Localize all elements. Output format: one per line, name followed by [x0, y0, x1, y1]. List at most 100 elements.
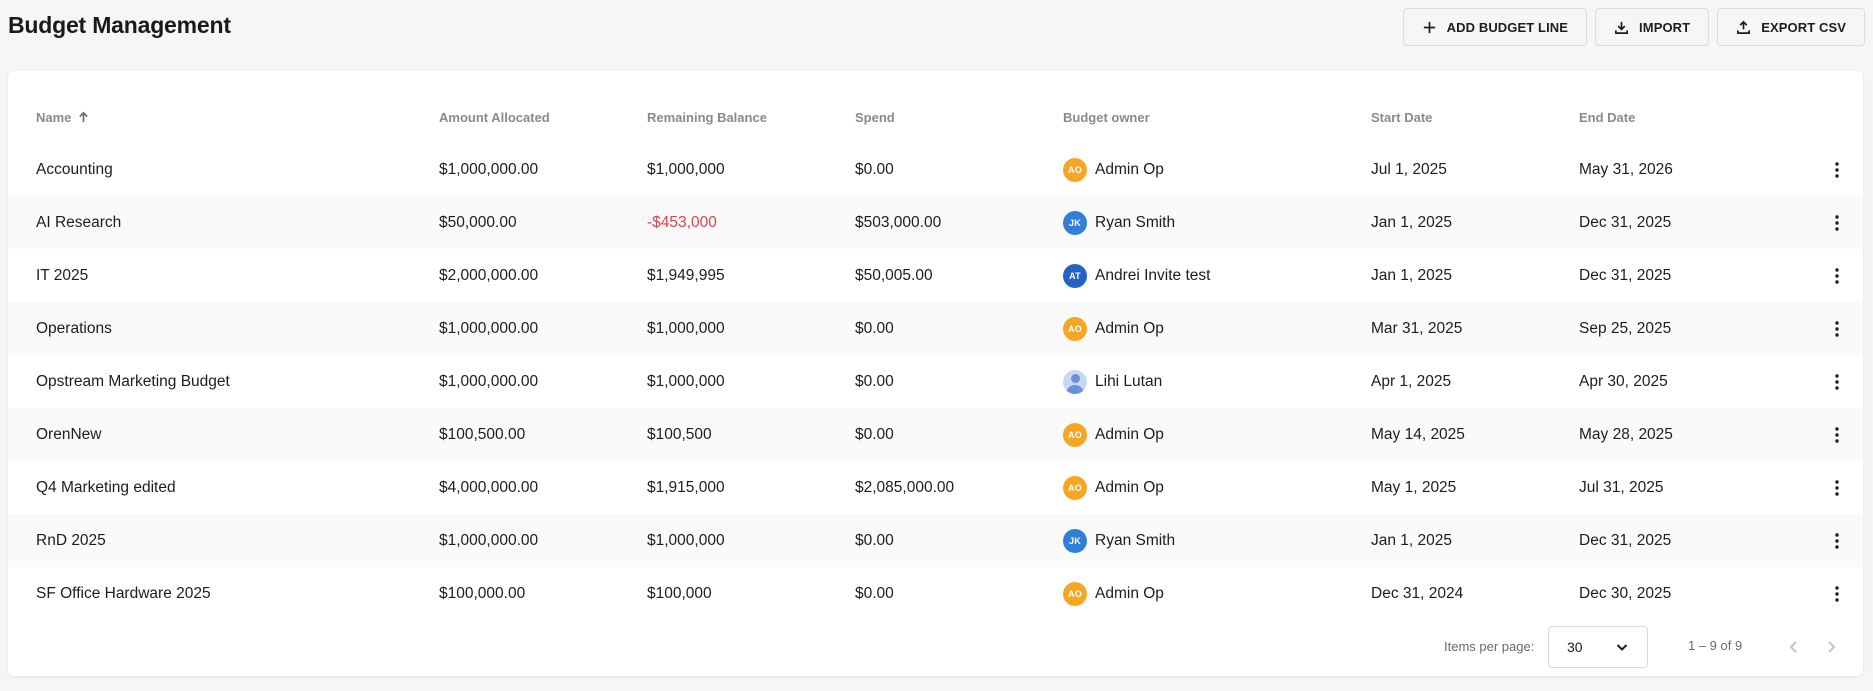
cell-amount-allocated: $4,000,000.00	[439, 478, 539, 496]
table-row[interactable]: Accounting $1,000,000.00 $1,000,000 $0.00 AO…	[8, 143, 1863, 196]
cell-start-date: Dec 31, 2024	[1371, 584, 1464, 602]
pagination: Items per page: 30 1 – 9 of 9	[8, 624, 1863, 668]
row-menu-button[interactable]	[1825, 355, 1849, 408]
cell-spend: $0.00	[855, 531, 894, 549]
owner-name: Ryan Smith	[1095, 213, 1176, 231]
download-icon	[1615, 21, 1629, 34]
cell-remaining-balance: -$453,000	[647, 213, 717, 231]
avatar: AT	[1063, 263, 1087, 288]
cell-name: AI Research	[36, 213, 122, 231]
cell-amount-allocated: $1,000,000.00	[439, 319, 539, 337]
column-header-spend[interactable]: Spend	[855, 91, 895, 143]
cell-end-date: May 31, 2026	[1579, 160, 1673, 178]
cell-budget-owner: AO Admin Op	[1063, 143, 1164, 196]
avatar	[1063, 369, 1087, 394]
owner-name: Ryan Smith	[1095, 531, 1176, 549]
table-row[interactable]: SF Office Hardware 2025 $100,000.00 $100,0…	[8, 567, 1863, 620]
more-vertical-icon	[1835, 585, 1839, 602]
cell-start-date: Jul 1, 2025	[1371, 160, 1447, 178]
cell-name: IT 2025	[36, 266, 89, 284]
cell-budget-owner: Lihi Lutan	[1063, 355, 1162, 408]
cell-spend: $0.00	[855, 372, 894, 390]
cell-budget-owner: AO Admin Op	[1063, 567, 1164, 620]
next-page-button[interactable]	[1814, 630, 1848, 664]
table-row[interactable]: Q4 Marketing edited $4,000,000.00 $1,915,0…	[8, 461, 1863, 514]
more-vertical-icon	[1835, 479, 1839, 496]
cell-amount-allocated: $1,000,000.00	[439, 160, 539, 178]
more-vertical-icon	[1835, 320, 1839, 337]
cell-remaining-balance: $1,949,995	[647, 266, 725, 284]
row-menu-button[interactable]	[1825, 196, 1849, 249]
cell-budget-owner: AT Andrei Invite test	[1063, 249, 1210, 302]
cell-end-date: Dec 31, 2025	[1579, 531, 1672, 549]
cell-amount-allocated: $1,000,000.00	[439, 372, 539, 390]
cell-start-date: May 14, 2025	[1371, 425, 1465, 443]
table-row[interactable]: OrenNew $100,500.00 $100,500 $0.00 AO Admin O…	[8, 408, 1863, 461]
row-menu-button[interactable]	[1825, 461, 1849, 514]
table-row[interactable]: RnD 2025 $1,000,000.00 $1,000,000 $0.00 JK Ry…	[8, 514, 1863, 567]
more-vertical-icon	[1835, 161, 1839, 178]
owner-name: Admin Op	[1095, 319, 1164, 337]
cell-end-date: Dec 30, 2025	[1579, 584, 1672, 602]
table-body: Accounting $1,000,000.00 $1,000,000 $0.00 AO…	[8, 143, 1863, 620]
row-menu-button[interactable]	[1825, 143, 1849, 196]
import-button[interactable]: IMPORT	[1595, 8, 1710, 46]
export-csv-button[interactable]: EXPORT CSV	[1717, 8, 1865, 46]
more-vertical-icon	[1835, 214, 1839, 231]
chevron-right-icon	[1828, 641, 1836, 653]
import-label: IMPORT	[1639, 19, 1691, 35]
cell-budget-owner: AO Admin Op	[1063, 302, 1164, 355]
page-range-label: 1 – 9 of 9	[1688, 638, 1743, 653]
row-menu-button[interactable]	[1825, 249, 1849, 302]
owner-name: Admin Op	[1095, 425, 1164, 443]
chevron-left-icon	[1789, 641, 1797, 653]
items-per-page-select[interactable]: 30	[1548, 626, 1648, 668]
more-vertical-icon	[1835, 373, 1839, 390]
row-menu-button[interactable]	[1825, 302, 1849, 355]
avatar: JK	[1063, 210, 1087, 235]
cell-budget-owner: AO Admin Op	[1063, 461, 1164, 514]
table-row[interactable]: IT 2025 $2,000,000.00 $1,949,995 $50,005.00…	[8, 249, 1863, 302]
cell-name: Q4 Marketing edited	[36, 478, 176, 496]
cell-remaining-balance: $1,000,000	[647, 372, 725, 390]
avatar: AO	[1063, 316, 1087, 341]
table-row[interactable]: Operations $1,000,000.00 $1,000,000 $0.00 AO…	[8, 302, 1863, 355]
cell-name: Operations	[36, 319, 112, 337]
owner-name: Admin Op	[1095, 478, 1164, 496]
cell-spend: $0.00	[855, 160, 894, 178]
row-menu-button[interactable]	[1825, 408, 1849, 461]
row-menu-button[interactable]	[1825, 567, 1849, 620]
cell-spend: $0.00	[855, 425, 894, 443]
cell-end-date: May 28, 2025	[1579, 425, 1673, 443]
column-header-end-date[interactable]: End Date	[1579, 91, 1635, 143]
cell-end-date: Apr 30, 2025	[1579, 372, 1668, 390]
owner-name: Admin Op	[1095, 160, 1164, 178]
cell-remaining-balance: $100,500	[647, 425, 712, 443]
table-row[interactable]: AI Research $50,000.00 -$453,000 $503,000.0…	[8, 196, 1863, 249]
cell-end-date: Sep 25, 2025	[1579, 319, 1672, 337]
cell-start-date: Jan 1, 2025	[1371, 531, 1453, 549]
more-vertical-icon	[1835, 267, 1839, 284]
cell-name: SF Office Hardware 2025	[36, 584, 211, 602]
avatar: JK	[1063, 528, 1087, 553]
plus-icon	[1423, 21, 1435, 33]
cell-start-date: Jan 1, 2025	[1371, 266, 1453, 284]
row-menu-button[interactable]	[1825, 514, 1849, 567]
add-budget-line-button[interactable]: ADD BUDGET LINE	[1402, 8, 1588, 46]
cell-remaining-balance: $1,915,000	[647, 478, 725, 496]
column-header-amount-allocated[interactable]: Amount Allocated	[439, 91, 550, 143]
previous-page-button[interactable]	[1777, 630, 1811, 664]
owner-name: Andrei Invite test	[1095, 266, 1211, 284]
column-header-name[interactable]: Name	[36, 91, 90, 143]
cell-spend: $503,000.00	[855, 213, 942, 231]
column-header-remaining-balance[interactable]: Remaining Balance	[647, 91, 767, 143]
items-per-page-label: Items per page:	[1444, 639, 1535, 654]
column-header-start-date[interactable]: Start Date	[1371, 91, 1432, 143]
items-per-page-value: 30	[1567, 639, 1583, 655]
more-vertical-icon	[1835, 426, 1839, 443]
avatar: AO	[1063, 581, 1087, 606]
column-header-budget-owner[interactable]: Budget owner	[1063, 91, 1150, 143]
table-row[interactable]: Opstream Marketing Budget $1,000,000.00 $1…	[8, 355, 1863, 408]
export-csv-label: EXPORT CSV	[1761, 19, 1846, 35]
cell-start-date: Mar 31, 2025	[1371, 319, 1463, 337]
